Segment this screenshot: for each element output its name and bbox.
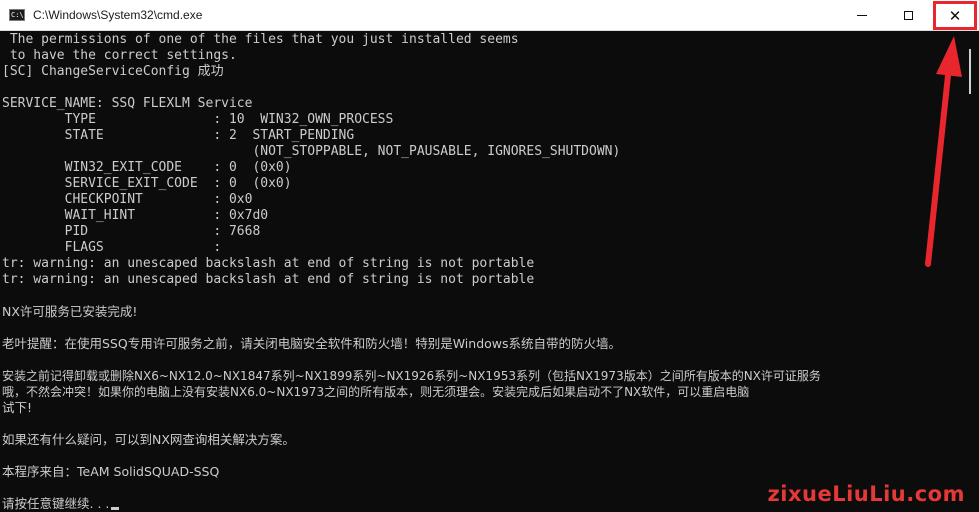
maximize-icon <box>903 11 913 20</box>
console-prompt-line: 请按任意键继续. . . <box>2 496 120 512</box>
console-line: WIN32_EXIT_CODE : 0 (0x0) <box>2 160 292 175</box>
console-line: PID : 7668 <box>2 224 261 239</box>
console-line: 哦，不然会冲突！如果你的电脑上没有安装NX6.0~NX1973之间的所有版本，则… <box>2 385 750 399</box>
console-line: tr: warning: an unescaped backslash at e… <box>2 272 535 287</box>
console-prompt-text: 请按任意键继续. . . <box>2 496 110 511</box>
console-line: TYPE : 10 WIN32_OWN_PROCESS <box>2 112 394 127</box>
watermark: zixueLiuLiu.com <box>767 482 965 506</box>
console-output[interactable]: The permissions of one of the files that… <box>0 31 964 512</box>
close-button-highlight <box>933 1 977 30</box>
title-bar[interactable]: C:\ C:\Windows\System32\cmd.exe ✕ <box>0 0 979 31</box>
console-line: SERVICE_EXIT_CODE : 0 (0x0) <box>2 176 292 191</box>
console-line: to have the correct settings. <box>2 48 237 63</box>
vertical-scrollbar[interactable] <box>964 31 979 512</box>
text-cursor <box>111 507 120 510</box>
minimize-button[interactable] <box>839 0 885 31</box>
console-line: The permissions of one of the files that… <box>2 32 519 47</box>
console-line: 老叶提醒：在使用SSQ专用许可服务之前，请关闭电脑安全软件和防火墙！特别是Win… <box>2 336 622 351</box>
console-line: WAIT_HINT : 0x7d0 <box>2 208 269 223</box>
cmd-app-icon[interactable]: C:\ <box>9 9 25 21</box>
cmd-window: C:\ C:\Windows\System32\cmd.exe ✕ The pe… <box>0 0 979 512</box>
window-title: C:\Windows\System32\cmd.exe <box>33 8 203 22</box>
minimize-icon <box>857 15 867 16</box>
console-line: 安装之前记得卸载或删除NX6~NX12.0~NX1847系列~NX1899系列~… <box>2 369 821 383</box>
console-line: 本程序来自：TeAM SolidSQUAD-SSQ <box>2 464 220 479</box>
maximize-button[interactable] <box>885 0 931 31</box>
console-line: NX许可服务已安装完成! <box>2 304 138 319</box>
console-line: 试下! <box>2 400 33 415</box>
console-line: [SC] ChangeServiceConfig 成功 <box>2 64 224 79</box>
console-line: 如果还有什么疑问，可以到NX网查询相关解决方案。 <box>2 432 295 447</box>
console-line: (NOT_STOPPABLE, NOT_PAUSABLE, IGNORES_SH… <box>2 144 621 159</box>
console-line: FLAGS : <box>2 240 222 255</box>
scrollbar-thumb[interactable] <box>969 49 971 94</box>
console-line: SERVICE_NAME: SSQ FLEXLM Service <box>2 96 253 111</box>
console-line: tr: warning: an unescaped backslash at e… <box>2 256 535 271</box>
console-line: STATE : 2 START_PENDING <box>2 128 355 143</box>
console-line: CHECKPOINT : 0x0 <box>2 192 253 207</box>
